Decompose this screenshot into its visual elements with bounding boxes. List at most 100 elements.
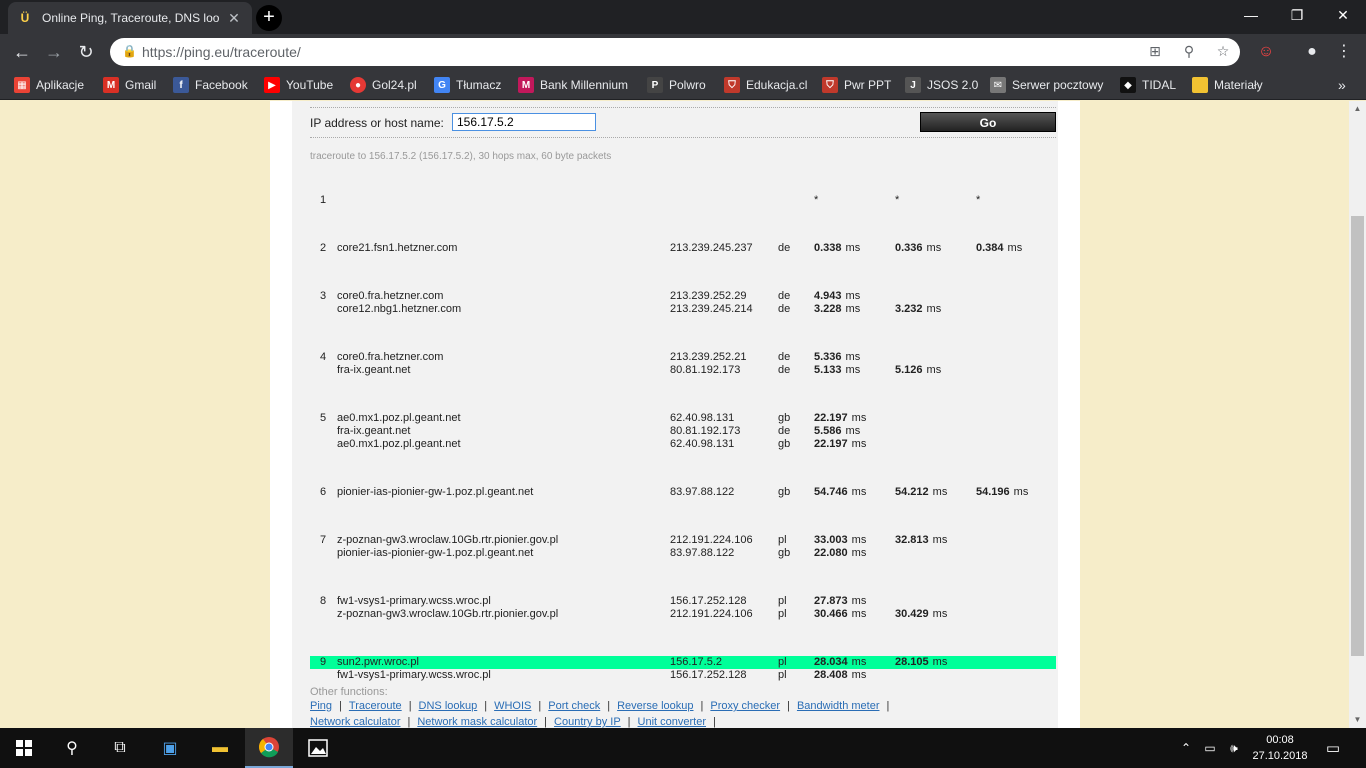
hop-country-code: gb <box>778 412 791 424</box>
hop-time-unit: ms <box>932 534 948 546</box>
scroll-thumb[interactable] <box>1351 216 1364 656</box>
clock-date: 27.10.2018 <box>1252 750 1308 762</box>
hop-time-value: * <box>895 194 900 206</box>
hop-row: 4 core0.fra.hetzner.com 213.239.252.21 de 5.… <box>310 351 1056 364</box>
ping-eu-favicon-icon: Ü <box>20 11 30 25</box>
hop-time: 32.813 ms <box>895 534 947 546</box>
tidal-icon: ◆ <box>1120 77 1136 93</box>
hop-time-value: 5.133 <box>814 364 842 376</box>
task-view-icon[interactable]: ⧉ <box>96 728 144 768</box>
hop-time-value: 28.408 <box>814 669 848 681</box>
scroll-down-icon[interactable]: ▼ <box>1349 712 1366 728</box>
link-separator: | <box>339 700 342 712</box>
hop-time-value: 33.003 <box>814 534 848 546</box>
forward-icon[interactable]: → <box>42 40 66 64</box>
bookmark-jsos[interactable]: J JSOS 2.0 <box>905 76 978 94</box>
title-bar: Ü Online Ping, Traceroute, DNS loo ✕ + —… <box>0 0 1366 34</box>
bookmark-materialy[interactable]: Materiały <box>1192 76 1263 94</box>
hop-hostname: ae0.mx1.poz.pl.geant.net <box>337 438 461 450</box>
hop-row: 3 core0.fra.hetzner.com 213.239.252.29 de 4.… <box>310 290 1056 303</box>
bookmark-tlumacz[interactable]: G Tłumacz <box>434 76 501 94</box>
browser-tab[interactable]: Ü Online Ping, Traceroute, DNS loo ✕ <box>8 2 252 34</box>
function-link-country-by-ip[interactable]: Country by IP <box>554 716 621 728</box>
function-link-reverse-lookup[interactable]: Reverse lookup <box>617 700 693 712</box>
system-clock[interactable]: 00:08 27.10.2018 <box>1252 732 1308 764</box>
hop-country-code: gb <box>778 547 791 559</box>
hop-number: 2 <box>320 242 327 254</box>
url-text[interactable]: https://ping.eu/traceroute/ <box>142 44 301 60</box>
bookmark-polwro[interactable]: P Polwro <box>647 76 706 94</box>
battery-icon[interactable]: ▭ <box>1200 728 1220 768</box>
hop-hostname: core0.fra.hetzner.com <box>337 351 444 363</box>
function-link-whois[interactable]: WHOIS <box>494 700 531 712</box>
search-icon[interactable]: ⚲ <box>48 728 96 768</box>
hop-country-code: pl <box>778 669 787 681</box>
lock-icon: 🔒 <box>122 44 137 58</box>
translate-icon[interactable]: ⊞ <box>1146 43 1164 60</box>
hop-number: 6 <box>320 486 327 498</box>
bookmark-aplikacje[interactable]: ▦ Aplikacje <box>14 76 84 94</box>
zoom-icon[interactable]: ⚲ <box>1180 43 1198 60</box>
function-link-unit-converter[interactable]: Unit converter <box>638 716 706 728</box>
volume-icon[interactable]: 🕪 <box>1224 728 1244 768</box>
bookmark-tidal[interactable]: ◆ TIDAL <box>1120 76 1176 94</box>
hop-row: 7 z-poznan-gw3.wroclaw.10Gb.rtr.pionier.g… <box>310 534 1056 547</box>
back-icon[interactable]: ← <box>10 40 34 64</box>
menu-icon[interactable]: ⋮ <box>1332 40 1356 64</box>
scroll-up-icon[interactable]: ▲ <box>1349 101 1366 117</box>
restore-icon[interactable]: ❐ <box>1274 0 1320 30</box>
hop-time-unit: ms <box>851 547 867 559</box>
control-panel-icon[interactable]: ▣ <box>146 728 194 768</box>
function-link-dns-lookup[interactable]: DNS lookup <box>419 700 478 712</box>
hop-1: 1 * * * <box>310 194 1056 207</box>
photos-icon[interactable] <box>294 728 342 768</box>
bookmark-facebook[interactable]: f Facebook <box>173 76 248 94</box>
bookmarks-overflow-icon[interactable]: » <box>1338 76 1346 94</box>
bookmark-gmail[interactable]: M Gmail <box>103 76 156 94</box>
bookmark-pwr-ppt[interactable]: ⛉ Pwr PPT <box>822 76 891 94</box>
hop-6: 6 pionier-ias-pionier-gw-1.poz.pl.geant.n… <box>310 486 1056 499</box>
bookmark-bank-millennium[interactable]: M Bank Millennium <box>518 76 628 94</box>
function-link-network-calculator[interactable]: Network calculator <box>310 716 400 728</box>
reload-icon[interactable]: ↻ <box>74 40 98 64</box>
function-link-network-mask-calculator[interactable]: Network mask calculator <box>417 716 537 728</box>
profile-avatar[interactable]: ● <box>1300 40 1324 64</box>
page-scrollbar[interactable]: ▲ ▼ <box>1349 101 1366 728</box>
hop-row: pionier-ias-pionier-gw-1.poz.pl.geant.ne… <box>310 547 1056 560</box>
address-bar[interactable]: 🔒 https://ping.eu/traceroute/ ⊞ ⚲ ☆ <box>110 38 1240 66</box>
file-explorer-icon[interactable]: ▬ <box>196 728 244 768</box>
link-separator: | <box>544 716 548 728</box>
bookmark-label: Gmail <box>125 78 157 92</box>
chrome-icon[interactable] <box>245 728 293 768</box>
youtube-icon: ▶ <box>264 77 280 93</box>
close-icon[interactable]: ✕ <box>1320 0 1366 30</box>
bookmark-youtube[interactable]: ▶ YouTube <box>264 76 333 94</box>
bookmark-edukacja[interactable]: ⛉ Edukacja.cl <box>724 76 807 94</box>
tab-close-icon[interactable]: ✕ <box>226 10 242 27</box>
minimize-icon[interactable]: — <box>1228 0 1274 30</box>
gol24-icon: ● <box>350 77 366 93</box>
windows-start-icon[interactable] <box>0 728 48 768</box>
bookmark-label: Facebook <box>195 78 248 92</box>
hop-ip: 156.17.252.128 <box>670 595 747 607</box>
hop-time: 5.133 ms <box>814 364 860 376</box>
hop-ip: 80.81.192.173 <box>670 364 741 376</box>
new-tab-button[interactable]: + <box>256 5 282 31</box>
function-link-bandwidth-meter[interactable]: Bandwidth meter <box>797 700 880 712</box>
extension-icon[interactable]: ☺ <box>1254 40 1278 64</box>
function-link-port-check[interactable]: Port check <box>548 700 600 712</box>
function-link-ping[interactable]: Ping <box>310 700 332 712</box>
ip-address-input[interactable] <box>452 113 596 131</box>
bookmark-serwer-pocztowy[interactable]: ✉ Serwer pocztowy <box>990 76 1103 94</box>
function-link-proxy-checker[interactable]: Proxy checker <box>710 700 780 712</box>
hop-time-value: 3.232 <box>895 303 923 315</box>
tray-expand-icon[interactable]: ⌃ <box>1176 728 1196 768</box>
function-link-traceroute[interactable]: Traceroute <box>349 700 402 712</box>
hop-country-code: de <box>778 242 791 254</box>
bookmark-star-icon[interactable]: ☆ <box>1214 43 1232 60</box>
go-button[interactable]: Go <box>920 112 1056 132</box>
notifications-icon[interactable]: ▭ <box>1318 728 1348 768</box>
link-separator: | <box>607 700 611 712</box>
hop-time-value: * <box>814 194 819 206</box>
bookmark-gol24[interactable]: ● Gol24.pl <box>350 76 417 94</box>
